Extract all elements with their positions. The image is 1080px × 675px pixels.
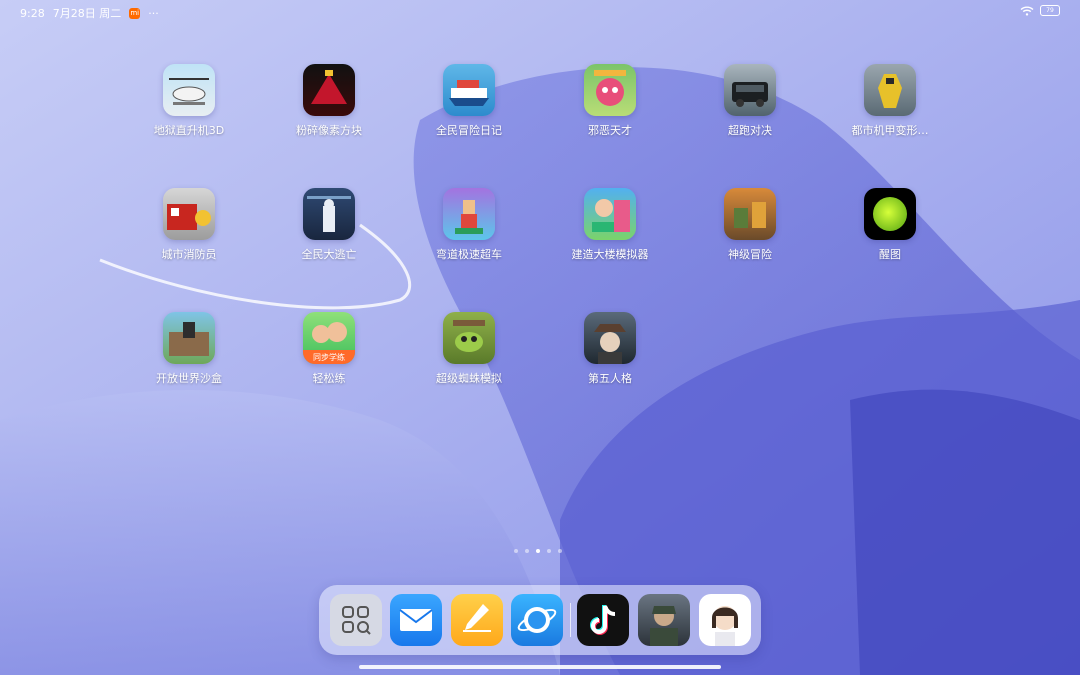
fire-truck-icon: [163, 188, 215, 240]
app-label: 建造大楼模拟器: [571, 248, 649, 261]
racer-icon: [443, 188, 495, 240]
spider-icon: [443, 312, 495, 364]
page-dot[interactable]: [525, 549, 529, 553]
dock-avatar-app[interactable]: [699, 594, 751, 646]
sandbox-icon: [163, 312, 215, 364]
dock-shooter-game[interactable]: [638, 594, 690, 646]
app-label: 弯道极速超车: [436, 248, 502, 261]
app-hell-helicopter[interactable]: 地狱直升机3D: [124, 64, 254, 154]
app-label: 邪恶天才: [588, 124, 632, 137]
evil-genius-icon: [584, 64, 636, 116]
app-label: 神级冒险: [728, 248, 772, 261]
app-curve-racer[interactable]: 弯道极速超车: [404, 188, 534, 278]
dock-browser[interactable]: [511, 594, 563, 646]
app-identity-v[interactable]: 第五人格: [545, 312, 675, 402]
study-icon-badge: 同步学练: [313, 353, 345, 362]
page-dot[interactable]: [514, 549, 518, 553]
dock: [319, 585, 761, 655]
app-label: 开放世界沙盒: [156, 372, 222, 385]
dock-mail[interactable]: [390, 594, 442, 646]
app-great-escape[interactable]: 全民大逃亡: [264, 188, 394, 278]
notes-icon: [463, 604, 491, 632]
app-xingtu[interactable]: 醒图: [825, 188, 955, 278]
app-label: 地狱直升机3D: [153, 124, 225, 137]
dock-tiktok[interactable]: [577, 594, 629, 646]
app-grid: 地狱直升机3D 粉碎像素方块 全民冒险日记 邪恶天才 超跑对决 都市机甲变形… …: [0, 0, 1080, 560]
builder-icon: [584, 188, 636, 240]
identity-v-icon: [584, 312, 636, 364]
page-indicator[interactable]: [514, 549, 562, 553]
app-easy-practice[interactable]: 同步学练 轻松练: [264, 312, 394, 402]
app-adventure-diary[interactable]: 全民冒险日记: [404, 64, 534, 154]
app-super-spider[interactable]: 超级蜘蛛模拟: [404, 312, 534, 402]
mail-icon: [399, 609, 433, 631]
page-dot[interactable]: [558, 549, 562, 553]
app-label: 超跑对决: [728, 124, 772, 137]
app-open-world-sandbox[interactable]: 开放世界沙盒: [124, 312, 254, 402]
app-label: 超级蜘蛛模拟: [436, 372, 502, 385]
app-label: 轻松练: [312, 372, 346, 385]
app-label: 粉碎像素方块: [296, 124, 362, 137]
adventure-icon: [724, 188, 776, 240]
app-drawer-icon: [342, 606, 371, 635]
app-epic-adventure[interactable]: 神级冒险: [685, 188, 815, 278]
study-icon: 同步学练: [303, 312, 355, 364]
page-dot-active[interactable]: [536, 549, 540, 553]
app-evil-genius[interactable]: 邪恶天才: [545, 64, 675, 154]
escape-icon: [303, 188, 355, 240]
page-dot[interactable]: [547, 549, 551, 553]
app-label: 全民冒险日记: [436, 124, 502, 137]
pixel-blocks-icon: [303, 64, 355, 116]
mecha-icon: [864, 64, 916, 116]
browser-icon: [517, 607, 557, 633]
tiktok-icon: [590, 605, 616, 635]
suv-icon: [724, 64, 776, 116]
soldier-icon: [650, 606, 678, 646]
app-label: 都市机甲变形…: [851, 124, 929, 137]
app-label: 全民大逃亡: [301, 248, 357, 261]
helicopter-icon: [163, 64, 215, 116]
app-tower-builder[interactable]: 建造大楼模拟器: [545, 188, 675, 278]
home-screen: 9:28 7月28日 周二 mi ··· 79 地狱直升机3D 粉碎像素方块 全…: [0, 0, 1080, 675]
home-indicator[interactable]: [359, 665, 721, 669]
avatar-icon: [712, 606, 738, 646]
app-label: 醒图: [879, 248, 901, 261]
ship-icon: [443, 64, 495, 116]
app-city-mecha[interactable]: 都市机甲变形…: [825, 64, 955, 154]
dock-app-drawer[interactable]: [330, 594, 382, 646]
dock-separator: [570, 603, 571, 637]
app-supercar-duel[interactable]: 超跑对决: [685, 64, 815, 154]
xingtu-icon: [864, 188, 916, 240]
app-label: 城市消防员: [161, 248, 217, 261]
app-pixel-smash[interactable]: 粉碎像素方块: [264, 64, 394, 154]
app-city-firefighter[interactable]: 城市消防员: [124, 188, 254, 278]
dock-notes[interactable]: [451, 594, 503, 646]
app-label: 第五人格: [588, 372, 632, 385]
